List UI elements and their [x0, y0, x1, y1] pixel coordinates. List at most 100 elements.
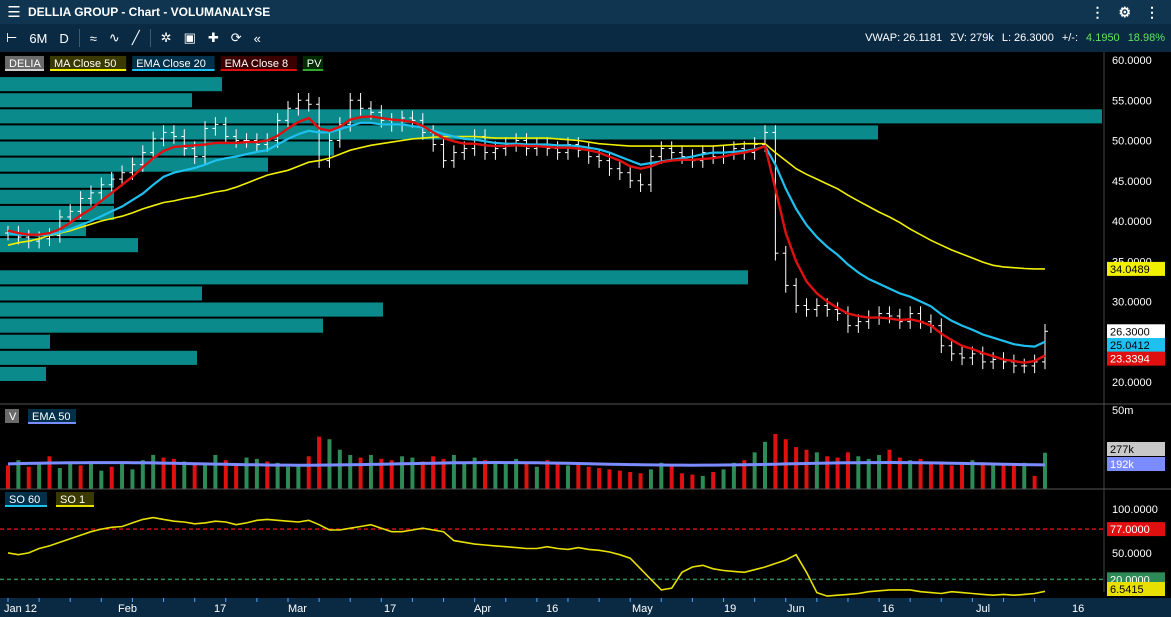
time-tick-label: Jan 12: [4, 603, 37, 615]
volume-tick-label: 50m: [1112, 405, 1133, 417]
volume-bar: [368, 454, 373, 489]
volume-bar: [877, 454, 882, 489]
volume-bar: [1032, 475, 1037, 489]
time-axis-bg: [0, 598, 1171, 617]
time-tick-label: 16: [1072, 603, 1084, 615]
volume-bar: [648, 469, 653, 489]
volume-profile-bin: [0, 366, 46, 381]
volume-profile-bin: [0, 270, 748, 285]
legend-item: MA Close 50: [54, 58, 116, 70]
volume-bar: [493, 461, 498, 489]
last-value: L: 26.3000: [1001, 32, 1054, 44]
volume-profile-bin: [0, 173, 114, 188]
volume-profile-bin: [0, 238, 138, 253]
settings-icon[interactable]: ⚙: [1118, 4, 1131, 21]
volume-bar: [26, 466, 31, 489]
compare-icon[interactable]: ∿: [103, 30, 126, 46]
vol-legend-v: V: [9, 411, 17, 423]
so-tick-label: 50.0000: [1112, 548, 1152, 560]
price-tick-label: 20.0000: [1112, 377, 1152, 389]
volume-profile-bin: [0, 318, 323, 333]
period-selector[interactable]: 6M: [23, 31, 53, 46]
toolbar-divider: [149, 29, 151, 47]
change-label: +/-:: [1061, 32, 1079, 44]
volume-bar: [244, 457, 249, 489]
refresh-icon[interactable]: ⟳: [225, 30, 248, 46]
volume-bar: [814, 452, 819, 489]
volume-bar: [462, 462, 467, 489]
volume-bar: [420, 461, 425, 489]
indicator-icon[interactable]: ≈: [84, 31, 103, 46]
volume-bar: [296, 464, 301, 489]
legend-item: EMA Close 8: [225, 58, 289, 70]
volume-profile-bin: [0, 334, 50, 349]
volume-bar: [6, 465, 10, 489]
gear-icon[interactable]: ✲: [155, 30, 178, 46]
volume-bar: [203, 462, 208, 489]
more-options-icon[interactable]: ⋮: [1090, 4, 1104, 21]
price-tick-label: 50.0000: [1112, 136, 1152, 148]
volume-bar: [690, 474, 695, 489]
volume-bar: [78, 465, 83, 489]
volume-bar: [306, 456, 311, 489]
volume-bar: [669, 464, 674, 489]
so-legend-1: SO 1: [60, 494, 85, 506]
sum-volume-value: ΣV: 279k: [950, 32, 994, 44]
window-title: DELLIA GROUP - Chart - VOLUMANALYSE: [28, 5, 271, 19]
volume-bar: [949, 465, 954, 489]
volume-bar: [700, 475, 705, 489]
toolbar-divider: [78, 29, 80, 47]
volume-bar: [1022, 462, 1027, 489]
volume-bar: [192, 464, 197, 489]
template-icon[interactable]: ▣: [178, 30, 202, 46]
volume-bar: [607, 469, 612, 489]
more-menu-icon[interactable]: ⋮: [1145, 4, 1159, 21]
volume-profile-bin: [0, 77, 222, 92]
volume-bar: [825, 456, 830, 489]
volume-bar: [928, 462, 933, 489]
volume-bar: [37, 462, 42, 489]
volume-bar: [586, 466, 591, 489]
volume-bar: [565, 465, 570, 489]
time-tick-label: Feb: [118, 603, 137, 615]
volume-bar: [731, 462, 736, 489]
chart-area[interactable]: DELIA MA Close 50 EMA Close 20 EMA Close 8 P…: [0, 52, 1171, 617]
change-pct-value: 18.98%: [1127, 32, 1165, 44]
draw-line-icon[interactable]: ╱: [126, 30, 146, 46]
volume-bar: [400, 456, 405, 489]
volume-bar: [88, 461, 93, 489]
volume-bar: [1011, 464, 1016, 489]
volume-bar: [908, 460, 913, 489]
title-bar: ☰ DELLIA GROUP - Chart - VOLUMANALYSE ⋮ …: [0, 0, 1171, 24]
volume-bar: [991, 462, 996, 489]
volume-bar: [109, 466, 114, 489]
volume-bar: [47, 456, 52, 489]
time-tick-label: Jun: [787, 603, 805, 615]
legend-item: EMA Close 20: [136, 58, 206, 70]
interval-selector[interactable]: D: [53, 31, 74, 46]
volume-bar: [617, 470, 622, 489]
change-value: 4.1950: [1086, 32, 1120, 44]
volume-bar: [99, 470, 104, 489]
price-tick-label: 55.0000: [1112, 95, 1152, 107]
price-tick-label: 60.0000: [1112, 55, 1152, 67]
volume-bar: [1001, 465, 1006, 489]
volume-bar: [524, 462, 529, 489]
volume-profile-bin: [0, 302, 383, 317]
volume-bar: [939, 461, 944, 489]
volume-profile-bin: [0, 286, 202, 301]
volume-bar: [680, 473, 685, 489]
hamburger-menu-icon[interactable]: ☰: [0, 3, 28, 21]
so-tick-label: 100.0000: [1112, 504, 1158, 516]
volume-bar: [130, 469, 135, 489]
chart-toolbar: ⊢ 6M D ≈ ∿ ╱ ✲ ▣ ✚ ⟳ « VWAP: 26.1181 ΣV:…: [0, 24, 1171, 52]
volume-bar: [275, 462, 280, 489]
collapse-icon[interactable]: «: [248, 31, 267, 46]
volume-bar: [711, 471, 716, 489]
volume-bar: [555, 464, 560, 489]
volume-bar: [980, 464, 985, 489]
crosshair-icon[interactable]: ✚: [202, 30, 225, 46]
volume-bar: [317, 436, 322, 489]
chart-type-icon[interactable]: ⊢: [0, 30, 23, 46]
volume-bar: [151, 454, 156, 489]
